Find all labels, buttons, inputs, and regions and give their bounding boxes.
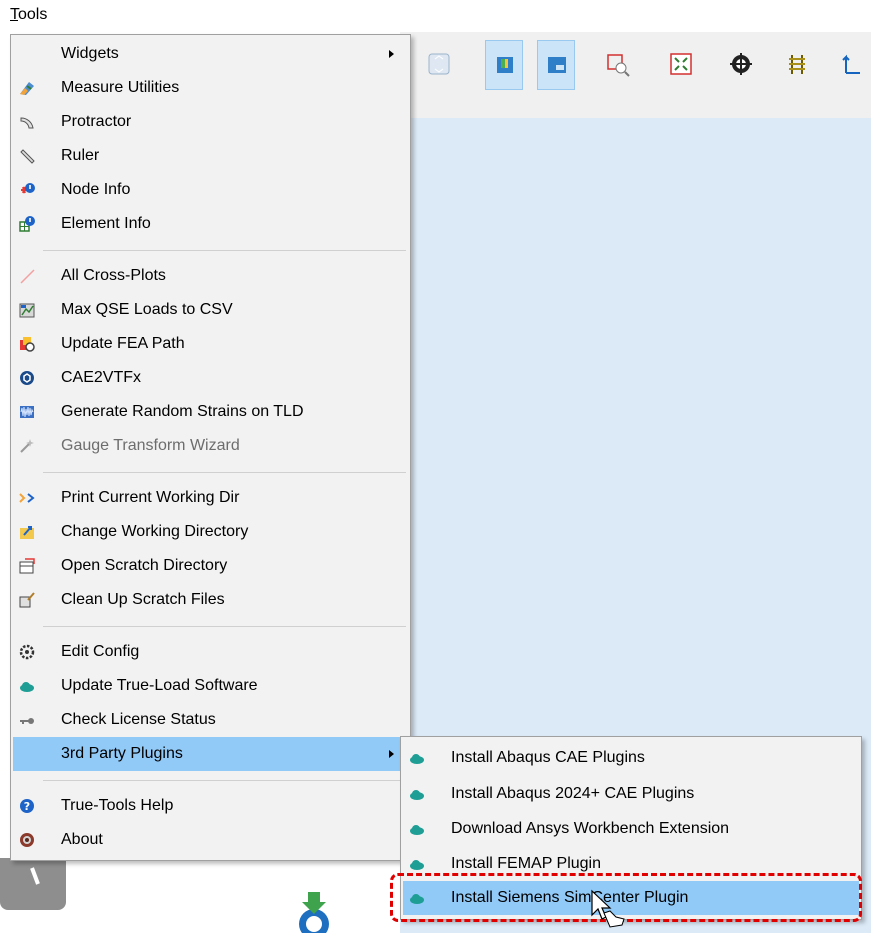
menu-item-true-tools-help[interactable]: ? True-Tools Help xyxy=(13,789,408,823)
cloud-icon xyxy=(410,860,424,870)
menu-item-update-fea-path[interactable]: Update FEA Path xyxy=(13,327,408,361)
target-icon xyxy=(730,53,752,75)
menu-bar: Tools xyxy=(0,0,871,32)
menu-item-print-working-dir[interactable]: Print Current Working Dir xyxy=(13,481,408,515)
tools-dropdown-menu: Widgets Measure Utilities Protractor Rul… xyxy=(10,34,411,861)
menu-item-ruler[interactable]: Ruler xyxy=(13,139,408,173)
zoom-box-icon xyxy=(607,54,630,77)
zoom-extents-icon xyxy=(670,53,692,75)
menu-item-3rd-party-plugins[interactable]: 3rd Party Plugins xyxy=(13,737,408,771)
fea-path-icon xyxy=(20,337,35,352)
menu-item-change-working-directory[interactable]: Change Working Directory xyxy=(13,515,408,549)
menu-item-measure-utilities[interactable]: Measure Utilities xyxy=(13,71,408,105)
menu-item-generate-random-strains[interactable]: Generate Random Strains on TLD xyxy=(13,395,408,429)
measure-icon xyxy=(20,82,34,95)
gear-icon xyxy=(19,644,35,660)
about-icon xyxy=(20,833,34,847)
menu-separator xyxy=(43,780,406,781)
folder-change-icon xyxy=(20,526,34,539)
console-icon xyxy=(19,493,35,503)
menu-item-all-cross-plots[interactable]: All Cross-Plots xyxy=(13,259,408,293)
toolbar-target-button[interactable] xyxy=(722,40,760,90)
toolbar-track-button[interactable] xyxy=(778,40,816,90)
menu-item-cae2vtfx[interactable]: CAE2VTFx xyxy=(13,361,408,395)
menu-item-gauge-transform-wizard: Gauge Transform Wizard xyxy=(13,429,408,463)
menu-item-max-qse-loads[interactable]: Max QSE Loads to CSV xyxy=(13,293,408,327)
toolbar-zoom-box-button[interactable] xyxy=(598,40,636,90)
menu-item-node-info[interactable]: Node Info xyxy=(13,173,408,207)
menu-item-widgets[interactable]: Widgets xyxy=(13,37,408,71)
clean-icon xyxy=(19,592,35,608)
menu-separator xyxy=(43,250,406,251)
cloud-icon xyxy=(410,754,424,764)
key-icon xyxy=(20,718,34,724)
menu-item-update-true-load-software[interactable]: Update True-Load Software xyxy=(13,669,408,703)
submenu-item-abaqus-2024[interactable]: Install Abaqus 2024+ CAE Plugins xyxy=(403,777,859,811)
menu-item-check-license-status[interactable]: Check License Status xyxy=(13,703,408,737)
folder-open-icon xyxy=(19,558,35,574)
csv-export-icon xyxy=(19,303,35,318)
cae2vtfx-icon xyxy=(20,371,34,385)
menu-separator xyxy=(43,626,406,627)
cloud-icon xyxy=(410,825,424,835)
random-strain-icon xyxy=(20,406,34,418)
menu-item-clean-scratch-files[interactable]: Clean Up Scratch Files xyxy=(13,583,408,617)
gauge-wizard-icon xyxy=(20,439,34,453)
view-window-icon xyxy=(548,57,566,73)
toolbar-fit-button[interactable] xyxy=(420,40,458,90)
cloud-icon xyxy=(20,682,34,692)
menu-tools[interactable]: Tools xyxy=(10,6,47,24)
element-info-icon xyxy=(19,216,35,232)
menu-item-about[interactable]: About xyxy=(13,823,408,857)
menu-separator xyxy=(43,472,406,473)
submenu-item-abaqus-cae[interactable]: Install Abaqus CAE Plugins xyxy=(403,741,859,775)
submenu-arrow-icon xyxy=(389,750,394,758)
help-icon: ? xyxy=(20,799,34,813)
axis-icon xyxy=(842,54,860,74)
track-icon xyxy=(789,55,805,74)
back-icon xyxy=(30,867,40,885)
toolbar-view1-button[interactable] xyxy=(485,40,523,90)
mouse-cursor-icon xyxy=(591,889,625,928)
toolbar-view2-button[interactable] xyxy=(537,40,575,90)
menu-item-open-scratch-directory[interactable]: Open Scratch Directory xyxy=(13,549,408,583)
svg-text:?: ? xyxy=(24,800,30,813)
toolbar-zoom-extents-button[interactable] xyxy=(662,40,700,90)
install-icon xyxy=(299,892,329,938)
install-download-button[interactable] xyxy=(290,888,340,938)
menu-item-edit-config[interactable]: Edit Config xyxy=(13,635,408,669)
menu-item-element-info[interactable]: Element Info xyxy=(13,207,408,241)
ruler-icon xyxy=(20,149,35,164)
view-panel-icon xyxy=(497,57,513,73)
submenu-arrow-icon xyxy=(389,50,394,58)
protractor-icon xyxy=(20,117,34,129)
submenu-item-ansys-workbench[interactable]: Download Ansys Workbench Extension xyxy=(403,812,859,846)
side-panel-button[interactable] xyxy=(0,858,66,910)
menu-item-protractor[interactable]: Protractor xyxy=(13,105,408,139)
cross-plot-icon xyxy=(20,269,35,284)
node-info-icon xyxy=(21,183,35,194)
cloud-icon xyxy=(410,790,424,800)
toolbar-axis-button[interactable] xyxy=(832,40,871,90)
fit-view-icon xyxy=(428,53,450,75)
